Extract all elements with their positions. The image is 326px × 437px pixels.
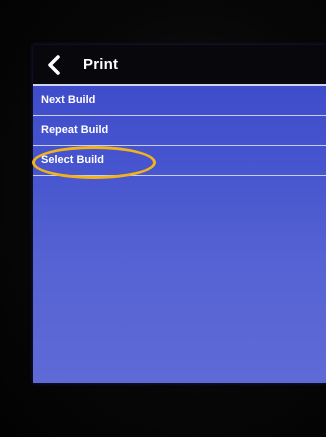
menu-item-repeat-build[interactable]: Repeat Build xyxy=(33,116,326,146)
page-title: Print xyxy=(83,56,119,73)
back-button[interactable] xyxy=(43,53,67,77)
menu-item-select-build[interactable]: Select Build xyxy=(33,146,326,176)
print-menu: Next Build Repeat Build Select Build xyxy=(33,86,326,176)
title-bar: Print xyxy=(33,45,326,86)
menu-item-next-build[interactable]: Next Build xyxy=(33,86,326,116)
chevron-left-icon xyxy=(48,55,60,75)
menu-item-label: Next Build xyxy=(41,94,96,106)
menu-item-label: Repeat Build xyxy=(41,124,109,136)
touch-screen: Print Next Build Repeat Build Select Bui… xyxy=(33,45,326,383)
menu-item-label: Select Build xyxy=(41,154,104,166)
